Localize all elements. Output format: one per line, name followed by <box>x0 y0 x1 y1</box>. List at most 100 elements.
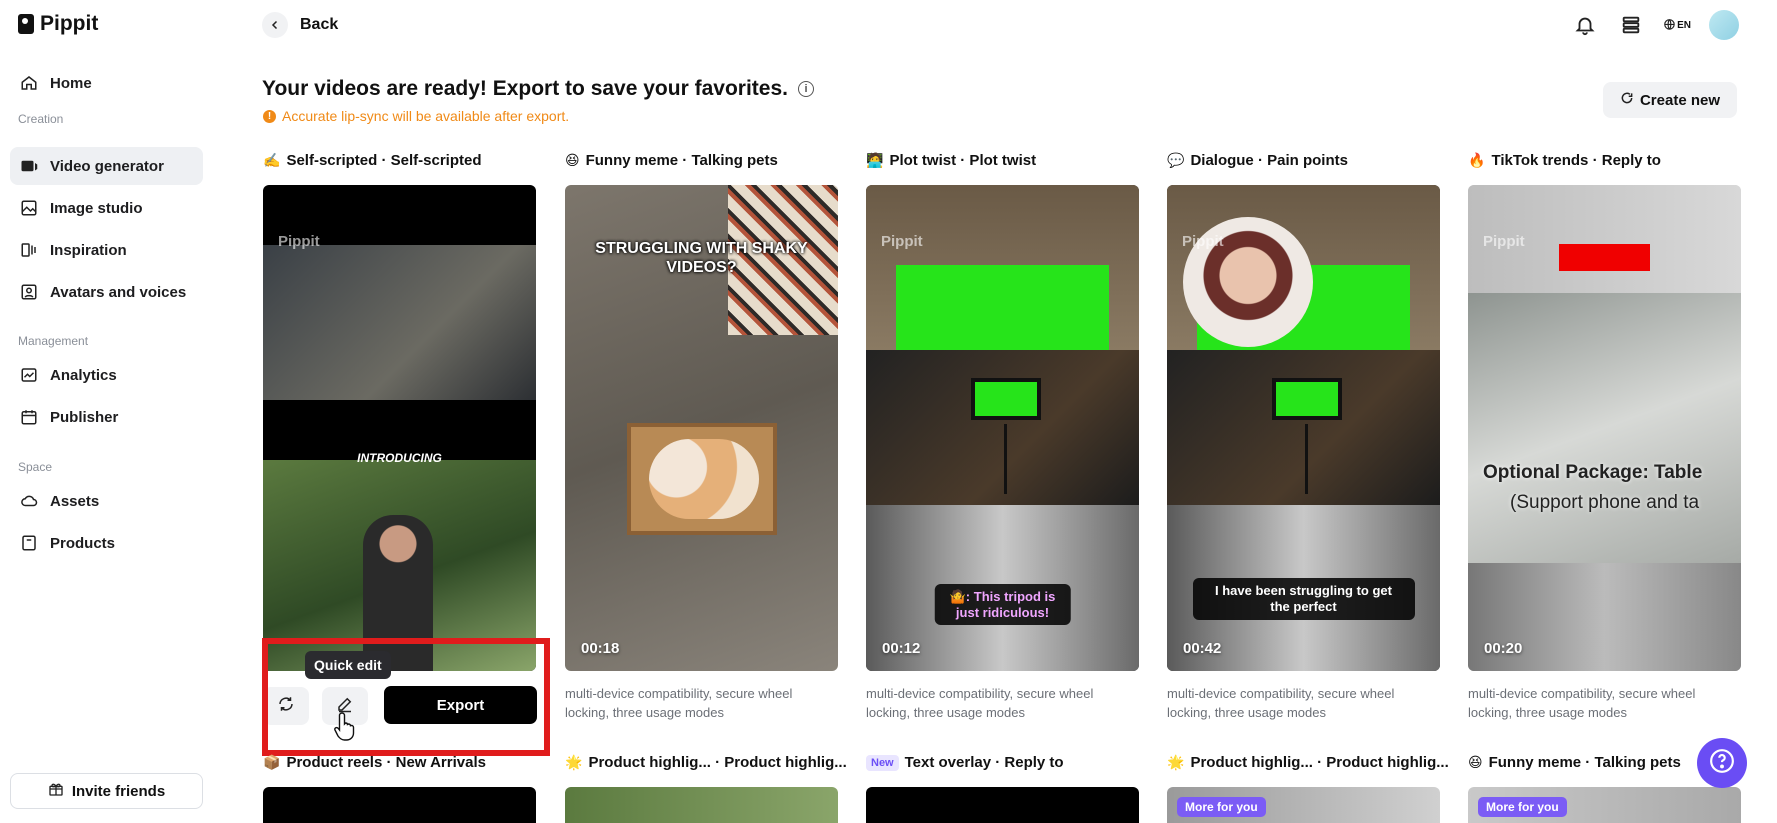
create-new-button[interactable]: Create new <box>1603 82 1737 118</box>
invite-label: Invite friends <box>71 782 166 800</box>
pippit-logo-icon <box>18 14 34 34</box>
video-thumbnail[interactable]: STRUGGLING WITH SHAKY VIDEOS? 00:18 <box>565 185 838 671</box>
video-thumbnail[interactable]: Pippit 🤷: This tripod is just ridiculous… <box>866 185 1139 671</box>
card-title-text: TikTok trends · Reply to <box>1491 152 1661 169</box>
video-frame <box>866 350 1139 505</box>
card-description: multi-device compatibility, secure wheel… <box>1167 686 1395 720</box>
language-code: EN <box>1677 19 1691 31</box>
card-title: 💬 Dialogue · Pain points <box>1167 152 1348 169</box>
video-thumbnail[interactable] <box>866 787 1139 823</box>
refresh-icon <box>1620 91 1634 109</box>
sidebar-item-label: Image studio <box>50 199 143 217</box>
cat <box>649 439 759 519</box>
sidebar-item-label: Video generator <box>50 157 164 175</box>
warning-icon: ! <box>263 109 276 123</box>
invite-friends-button[interactable]: Invite friends <box>10 773 203 809</box>
card-title: ✍️ Self-scripted · Self-scripted <box>263 152 481 169</box>
analytics-icon <box>20 366 38 384</box>
top-toolbar: EN <box>1571 10 1739 40</box>
overlay-text: (Support phone and ta <box>1510 492 1700 513</box>
calendar-icon <box>20 408 38 426</box>
card-title-text: Funny meme · Talking pets <box>1488 754 1681 771</box>
sidebar-item-analytics[interactable]: Analytics <box>10 356 203 394</box>
sidebar-item-products[interactable]: Products <box>10 524 203 562</box>
card-title-text: Product reels · New Arrivals <box>286 754 486 771</box>
storage-icon[interactable] <box>1617 11 1645 39</box>
video-thumbnail[interactable]: More for you <box>1468 787 1741 823</box>
card-emoji-icon: 💬 <box>1167 152 1185 168</box>
sidebar-item-image-studio[interactable]: Image studio <box>10 189 203 227</box>
card-title-text: Plot twist · Plot twist <box>889 152 1037 169</box>
brand-name: Pippit <box>40 12 99 35</box>
section-management: Management <box>18 334 89 348</box>
card-title: 🌟 Product highlig... · Product highlig..… <box>565 754 847 771</box>
video-duration: 00:12 <box>882 640 921 657</box>
card-title: 🧑‍💻 Plot twist · Plot twist <box>866 152 1036 169</box>
user-avatar[interactable] <box>1709 10 1739 40</box>
info-icon[interactable]: i <box>797 81 814 97</box>
sidebar-item-label: Products <box>50 534 116 552</box>
watermark: Pippit <box>1483 233 1525 250</box>
sidebar: Pippit Home Creation Video generator Ima… <box>0 0 215 823</box>
question-icon <box>1709 748 1735 779</box>
card-title-text: Self-scripted · Self-scripted <box>286 152 482 169</box>
sidebar-item-video-generator[interactable]: Video generator <box>10 147 203 185</box>
sidebar-item-home[interactable]: Home <box>10 64 203 102</box>
bell-icon[interactable] <box>1571 11 1599 39</box>
phone-green-screen <box>1272 378 1342 420</box>
brand-logo[interactable]: Pippit <box>18 12 98 36</box>
tripod-leg <box>1004 424 1007 494</box>
overlay-text: STRUGGLING WITH SHAKY VIDEOS? <box>595 240 808 276</box>
more-for-you-badge: More for you <box>1177 797 1266 817</box>
image-studio-icon <box>20 199 38 217</box>
chevron-left-icon <box>262 12 288 38</box>
card-title: New Text overlay · Reply to <box>866 754 1064 771</box>
help-button[interactable] <box>1697 738 1747 788</box>
sidebar-item-publisher[interactable]: Publisher <box>10 398 203 436</box>
video-thumbnail[interactable]: Pippit Optional Package: Table (Support … <box>1468 185 1741 671</box>
sidebar-item-assets[interactable]: Assets <box>10 482 203 520</box>
hand-cursor-icon <box>334 711 358 746</box>
overlay-text: Optional Package: Table <box>1483 462 1703 483</box>
phone-green-screen <box>971 378 1041 420</box>
card-emoji-icon: 📦 <box>263 754 281 770</box>
card-title-text: Product highlig... · Product highlig... <box>1190 754 1449 771</box>
card-emoji-icon: 🌟 <box>1167 754 1185 770</box>
video-caption: I have been struggling to get the perfec… <box>1192 578 1415 620</box>
video-frame <box>1468 293 1741 563</box>
language-icon[interactable]: EN <box>1663 11 1691 39</box>
warning-text: Accurate lip-sync will be available afte… <box>282 108 570 124</box>
video-thumbnail[interactable] <box>565 787 838 823</box>
card-title-text: Dialogue · Pain points <box>1190 152 1348 169</box>
green-screen <box>896 265 1109 350</box>
video-thumbnail[interactable] <box>263 787 536 823</box>
card-emoji-icon: 🔥 <box>1468 152 1486 168</box>
cat-in-box <box>627 423 777 535</box>
card-title: 😆 Funny meme · Talking pets <box>565 152 778 169</box>
video-frame <box>1167 350 1440 505</box>
sidebar-item-inspiration[interactable]: Inspiration <box>10 231 203 269</box>
gift-icon <box>48 781 64 801</box>
video-frame <box>866 185 1139 350</box>
tripod-leg <box>1305 424 1308 494</box>
card-description: multi-device compatibility, secure wheel… <box>565 686 793 720</box>
back-label: Back <box>300 16 339 33</box>
video-thumbnail[interactable]: Pippit INTRODUCING <box>263 185 536 671</box>
sidebar-item-label: Assets <box>50 492 100 510</box>
overlay-text: INTRODUCING <box>357 451 442 465</box>
video-caption: 🤷: This tripod is just ridiculous! <box>934 584 1071 625</box>
section-space: Space <box>18 460 53 474</box>
annotation-highlight-box <box>262 638 550 756</box>
card-emoji-icon: 😆 <box>565 152 580 168</box>
home-icon <box>20 74 38 92</box>
video-generator-icon <box>20 157 38 175</box>
headline-text: Your videos are ready! Export to save yo… <box>262 77 788 100</box>
video-thumbnail[interactable]: More for you <box>1167 787 1440 823</box>
back-button[interactable]: Back <box>262 12 338 38</box>
card-title-text: Product highlig... · Product highlig... <box>588 754 847 771</box>
video-thumbnail[interactable]: Pippit I have been struggling to get the… <box>1167 185 1440 671</box>
sidebar-item-avatars-voices[interactable]: Avatars and voices <box>10 273 203 311</box>
card-title: 🔥 TikTok trends · Reply to <box>1468 152 1661 169</box>
card-emoji-icon: 🌟 <box>565 754 583 770</box>
card-emoji-icon: ✍️ <box>263 152 281 168</box>
